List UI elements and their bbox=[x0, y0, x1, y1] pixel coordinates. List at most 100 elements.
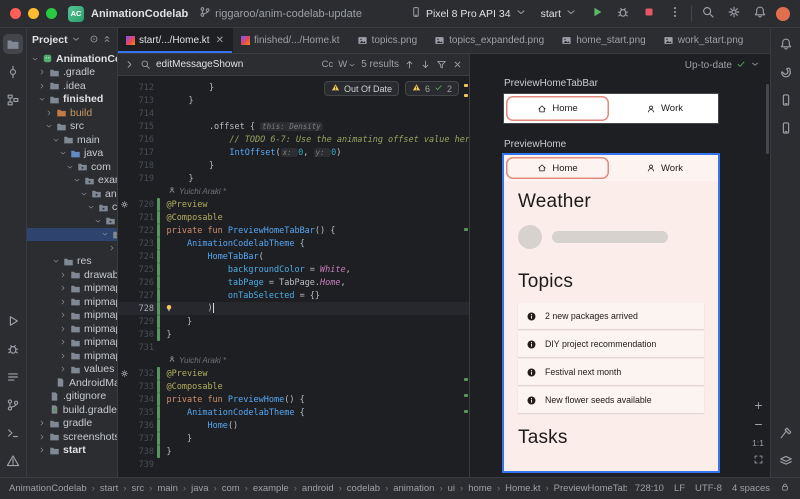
chevron-down-icon[interactable] bbox=[87, 203, 95, 211]
project-tree-item-gradle[interactable]: .gradle bbox=[27, 66, 117, 80]
chevron-right-icon[interactable] bbox=[38, 68, 46, 76]
breadcrumb-item[interactable]: com bbox=[221, 483, 241, 494]
breadcrumb-item[interactable]: Home.kt bbox=[504, 483, 541, 494]
structure-tool-button[interactable] bbox=[3, 90, 23, 110]
breadcrumb-item[interactable]: animation bbox=[392, 483, 435, 494]
collapse-all-icon[interactable] bbox=[102, 34, 112, 47]
project-tree-item-mipmap-hdpi[interactable]: mipmap-hdpi bbox=[27, 295, 117, 309]
chevron-down-icon[interactable] bbox=[73, 176, 81, 184]
run-button[interactable] bbox=[587, 4, 607, 24]
breadcrumb-item[interactable]: AnimationCodelab bbox=[8, 483, 88, 494]
previous-occurrence-button[interactable] bbox=[404, 59, 415, 70]
project-tree-item-codelab[interactable]: codelab bbox=[27, 201, 117, 215]
project-tree-item-screenshots[interactable]: screenshots bbox=[27, 430, 117, 444]
breadcrumb-item[interactable]: home bbox=[467, 483, 493, 494]
fullscreen-window-button[interactable] bbox=[46, 8, 57, 19]
project-tree-item-res[interactable]: res bbox=[27, 255, 117, 269]
breadcrumb-item[interactable]: java bbox=[190, 483, 209, 494]
breadcrumb-item[interactable]: ui bbox=[447, 483, 456, 494]
project-tree-item-values[interactable]: values bbox=[27, 363, 117, 377]
chevron-right-icon[interactable] bbox=[38, 446, 46, 454]
preview-gutter-gear-icon[interactable] bbox=[118, 369, 130, 378]
chevron-right-icon[interactable] bbox=[108, 244, 116, 252]
chevron-down-icon[interactable] bbox=[38, 95, 46, 103]
code-line[interactable]: 731 bbox=[118, 341, 469, 354]
debug-tool-button[interactable] bbox=[3, 339, 23, 359]
editor-tab-home-start-png[interactable]: home_start.png bbox=[553, 28, 655, 53]
device-selector[interactable]: Pixel 8 Pro API 34 bbox=[406, 4, 531, 23]
chevron-down-icon[interactable] bbox=[31, 55, 39, 63]
breadcrumb-item[interactable]: src bbox=[130, 483, 145, 494]
code-line[interactable]: 726 tabPage = TabPage.Home, bbox=[118, 276, 469, 289]
words-toggle[interactable]: W bbox=[338, 59, 356, 70]
code-editor[interactable]: 712 }713 }714715 .offset { this: Density… bbox=[118, 76, 469, 477]
chevron-down-icon[interactable] bbox=[101, 230, 109, 238]
commit-tool-button[interactable] bbox=[3, 62, 23, 82]
code-line[interactable]: 718 } bbox=[118, 159, 469, 172]
code-line[interactable]: 723 AnimationCodelabTheme { bbox=[118, 237, 469, 250]
editor-tab-topics-png[interactable]: topics.png bbox=[349, 28, 427, 53]
code-author-hint[interactable]: Yuichi Araki * bbox=[118, 354, 469, 367]
project-tree-item-main[interactable]: main bbox=[27, 133, 117, 147]
project-name[interactable]: AnimationCodelab bbox=[91, 8, 188, 20]
project-panel-header[interactable]: Project bbox=[27, 28, 117, 52]
preview-card-home-tab-bar[interactable]: HomeWork bbox=[504, 94, 718, 123]
code-line[interactable]: 729 } bbox=[118, 315, 469, 328]
project-tree-item-build-gradle[interactable]: build.gradle bbox=[27, 403, 117, 417]
code-line[interactable]: 728 ) bbox=[118, 302, 469, 315]
chevron-right-icon[interactable] bbox=[59, 325, 67, 333]
editor-tab-work-start-png[interactable]: work_start.png bbox=[655, 28, 753, 53]
code-line[interactable]: 732@Preview bbox=[118, 367, 469, 380]
run-configuration-selector[interactable]: start bbox=[537, 4, 581, 23]
chevron-down-icon[interactable] bbox=[45, 122, 53, 130]
chevron-right-icon[interactable] bbox=[59, 338, 67, 346]
project-tree-item-mipmap-xxxhdp[interactable]: mipmap-xxxhdp… bbox=[27, 349, 117, 363]
profile-avatar[interactable] bbox=[776, 7, 790, 21]
code-line[interactable]: 719 } bbox=[118, 172, 469, 185]
terminal-tool-button[interactable] bbox=[3, 423, 23, 443]
search-filter-button[interactable] bbox=[436, 59, 447, 70]
code-line[interactable]: 721@Composable bbox=[118, 211, 469, 224]
chevron-down-icon[interactable] bbox=[52, 136, 60, 144]
project-tree-item-gradle[interactable]: gradle bbox=[27, 417, 117, 431]
code-line[interactable]: 714 bbox=[118, 107, 469, 120]
build-tool-button[interactable] bbox=[776, 423, 796, 443]
search-history-button[interactable] bbox=[140, 59, 151, 70]
project-tree-item-androidmanifest-xm[interactable]: AndroidManifest.xm bbox=[27, 376, 117, 390]
chevron-down-icon[interactable] bbox=[59, 149, 67, 157]
preview-gutter-gear-icon[interactable] bbox=[118, 200, 130, 209]
chevron-down-icon[interactable] bbox=[750, 59, 760, 72]
close-tab-icon[interactable]: ✕ bbox=[216, 35, 224, 46]
code-line[interactable]: 730} bbox=[118, 328, 469, 341]
zoom-in-button[interactable] bbox=[753, 400, 764, 413]
code-line[interactable]: 725 backgroundColor = White, bbox=[118, 263, 469, 276]
project-tree-item-mipmap-mdpi[interactable]: mipmap-mdpi bbox=[27, 309, 117, 323]
project-tree-item-idea[interactable]: .idea bbox=[27, 79, 117, 93]
project-tool-button[interactable] bbox=[3, 34, 23, 54]
chevron-right-icon[interactable] bbox=[59, 298, 67, 306]
breadcrumb-item[interactable]: start bbox=[99, 483, 119, 494]
code-line[interactable]: 715 .offset { this: Density bbox=[118, 120, 469, 133]
zoom-actual-size-button[interactable]: 1:1 bbox=[752, 438, 764, 448]
code-line[interactable]: 716 // TODO 6-7: Use the animating offse… bbox=[118, 133, 469, 146]
project-tree-item-mipmap-anydpi[interactable]: mipmap-anydpi… bbox=[27, 282, 117, 296]
code-line[interactable]: 733@Composable bbox=[118, 380, 469, 393]
project-tree-item-build[interactable]: build bbox=[27, 106, 117, 120]
chevron-right-icon[interactable] bbox=[59, 284, 67, 292]
code-line[interactable]: 717 IntOffset(x: 0, y: 0) bbox=[118, 146, 469, 159]
code-line[interactable]: 735 AnimationCodelabTheme { bbox=[118, 406, 469, 419]
code-line[interactable]: 737 } bbox=[118, 432, 469, 445]
code-line[interactable]: 739 bbox=[118, 458, 469, 471]
editor-tab-start-home-kt[interactable]: start/.../Home.kt✕ bbox=[118, 28, 233, 53]
preview-name-home-tab-bar[interactable]: PreviewHomeTabBar bbox=[504, 78, 754, 92]
preview-out-of-date-badge[interactable]: Out Of Date bbox=[324, 81, 399, 96]
project-tree-item-ui[interactable]: ui bbox=[27, 228, 117, 242]
chevron-down-icon[interactable] bbox=[94, 217, 102, 225]
logcat-tool-button[interactable] bbox=[3, 367, 23, 387]
notifications-tool-button[interactable] bbox=[776, 34, 796, 54]
vcs-branch-widget[interactable]: riggaroo/anim-codelab-update bbox=[195, 4, 366, 23]
breadcrumb-item[interactable]: PreviewH​omeTabBar bbox=[553, 483, 627, 494]
project-tree-item-animation[interactable]: animation bbox=[27, 214, 117, 228]
project-tree-item-start[interactable]: start bbox=[27, 444, 117, 458]
more-actions-button[interactable] bbox=[665, 4, 685, 24]
